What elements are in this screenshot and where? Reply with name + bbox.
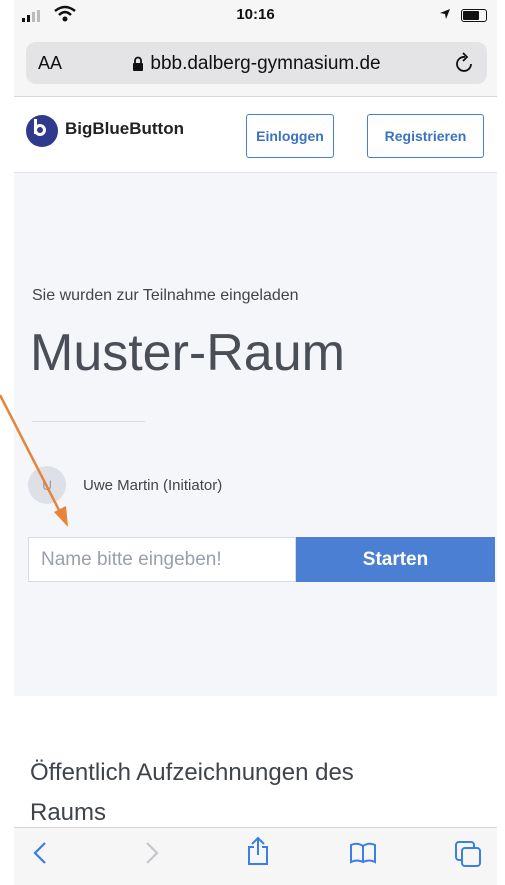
site-header: BigBlueButton Einloggen Registrieren bbox=[14, 97, 497, 173]
name-input[interactable] bbox=[28, 537, 296, 582]
left-frame bbox=[0, 0, 14, 884]
join-section: Sie wurden zur Teilnahme eingeladen Must… bbox=[14, 173, 497, 696]
browser-address-area: AA bbb.dalberg-gymnasium.de bbox=[14, 34, 497, 97]
bigbluebutton-logo-icon[interactable] bbox=[26, 115, 58, 147]
battery-icon bbox=[461, 9, 487, 22]
owner-avatar: U bbox=[28, 466, 66, 504]
recordings-title: Öffentlich Aufzeichnungen des Raums bbox=[30, 759, 354, 826]
browser-toolbar bbox=[14, 827, 497, 885]
lock-icon bbox=[133, 57, 144, 72]
url-bar[interactable]: AA bbb.dalberg-gymnasium.de bbox=[26, 42, 487, 84]
status-time: 10:16 bbox=[236, 6, 275, 23]
title-divider bbox=[32, 421, 145, 422]
room-title: Muster-Raum bbox=[30, 324, 345, 382]
start-button[interactable]: Starten bbox=[296, 537, 495, 582]
location-arrow-icon bbox=[440, 9, 450, 19]
login-button[interactable]: Einloggen bbox=[246, 114, 334, 158]
tabs-icon[interactable] bbox=[454, 840, 482, 868]
bookmarks-icon[interactable] bbox=[349, 842, 377, 864]
register-button[interactable]: Registrieren bbox=[367, 114, 484, 158]
back-icon[interactable] bbox=[32, 840, 48, 866]
recordings-section: Öffentlich Aufzeichnungen des Raums bbox=[14, 697, 497, 827]
brand-name[interactable]: BigBlueButton bbox=[65, 119, 184, 139]
forward-icon[interactable] bbox=[144, 840, 160, 866]
url-domain[interactable]: bbb.dalberg-gymnasium.de bbox=[26, 53, 487, 75]
domain-text: bbb.dalberg-gymnasium.de bbox=[150, 53, 381, 74]
right-frame bbox=[497, 0, 505, 884]
reload-icon[interactable] bbox=[455, 52, 475, 74]
owner-name: Uwe Martin (Initiator) bbox=[83, 477, 223, 494]
share-icon[interactable] bbox=[246, 836, 270, 866]
status-bar: 10:16 bbox=[14, 0, 497, 34]
invitation-text: Sie wurden zur Teilnahme eingeladen bbox=[32, 287, 299, 304]
